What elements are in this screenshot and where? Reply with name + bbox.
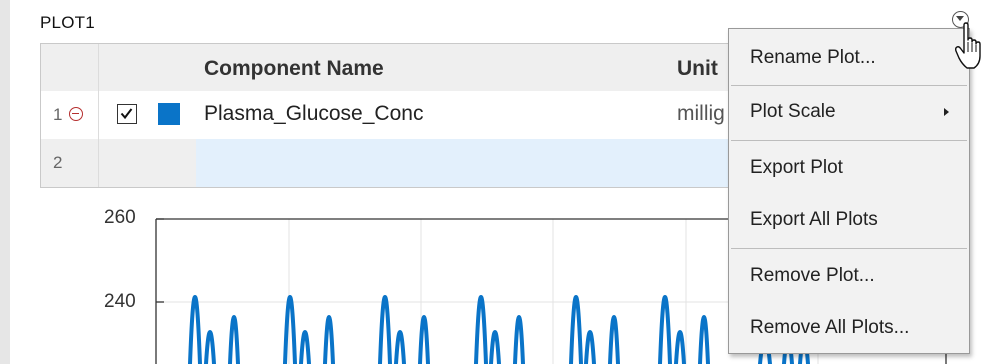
menu-item-label: Rename Plot... xyxy=(750,47,876,68)
menu-item-label: Export All Plots xyxy=(750,209,878,230)
series-line xyxy=(188,295,810,364)
menu-item-plot-scale[interactable]: Plot Scale xyxy=(729,92,969,132)
menu-item-label: Remove All Plots... xyxy=(750,317,910,338)
submenu-arrow-icon xyxy=(944,108,949,116)
menu-item-label: Plot Scale xyxy=(750,101,836,122)
menu-item-export-plot[interactable]: Export Plot xyxy=(729,148,969,188)
menu-item-export-all-plots[interactable]: Export All Plots xyxy=(729,200,969,240)
menu-item-label: Export Plot xyxy=(750,157,843,178)
menu-divider xyxy=(731,85,967,86)
menu-item-remove-plot[interactable]: Remove Plot... xyxy=(729,256,969,296)
menu-divider xyxy=(731,140,967,141)
menu-item-label: Remove Plot... xyxy=(750,265,875,286)
plot-context-menu: Rename Plot... Plot Scale Export Plot Ex… xyxy=(728,28,970,354)
menu-divider xyxy=(731,248,967,249)
menu-item-rename-plot[interactable]: Rename Plot... xyxy=(729,38,969,78)
menu-item-remove-all-plots[interactable]: Remove All Plots... xyxy=(729,308,969,348)
hand-cursor-icon xyxy=(955,22,981,69)
